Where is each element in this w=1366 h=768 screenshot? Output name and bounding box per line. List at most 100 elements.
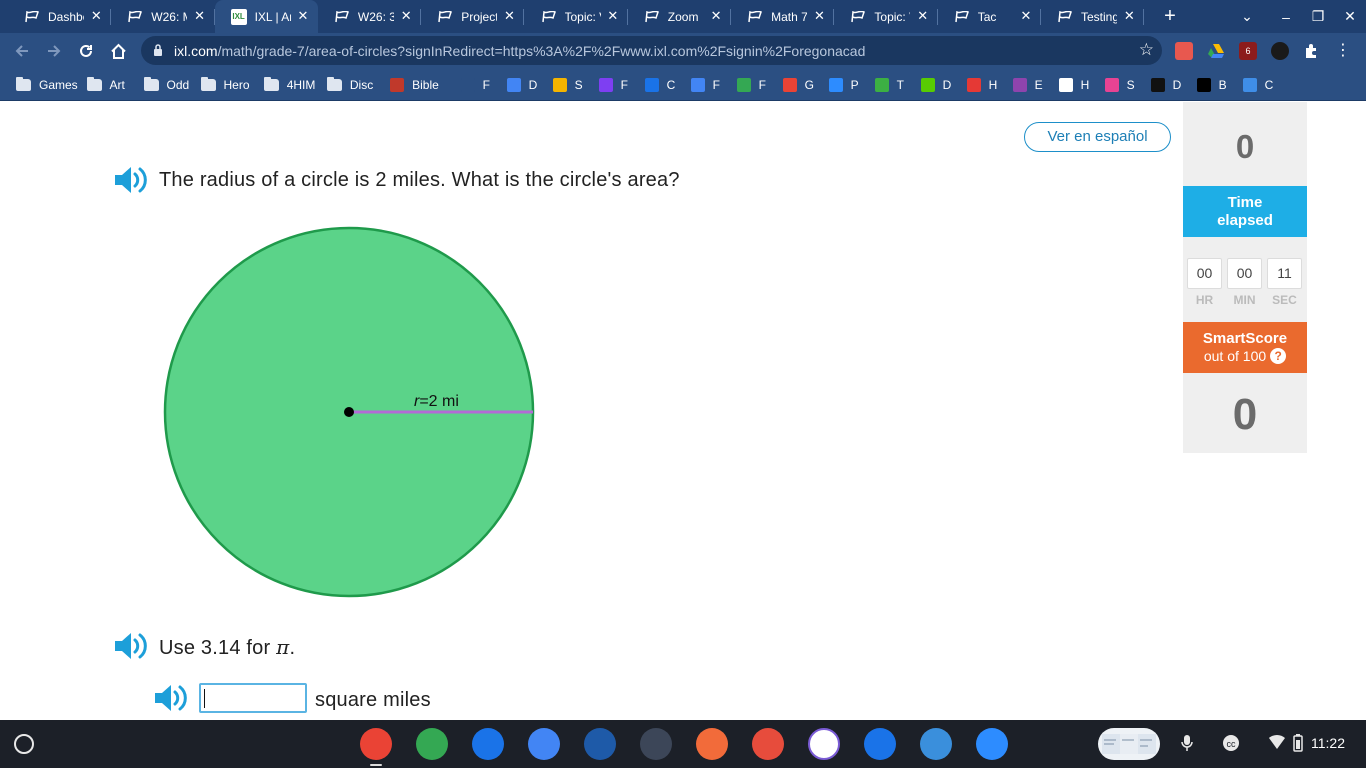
holding-space-thumbnail[interactable] xyxy=(1098,728,1160,760)
canvas-app-icon[interactable] xyxy=(920,728,952,760)
extension-dark-icon[interactable] xyxy=(1271,42,1289,60)
tab-close-icon[interactable]: ✕ xyxy=(1019,9,1033,23)
reload-icon[interactable] xyxy=(73,38,99,64)
speaker-icon[interactable] xyxy=(152,683,188,713)
screen-capture-app-icon[interactable] xyxy=(808,728,840,760)
launcher-icon[interactable] xyxy=(14,734,34,754)
bookmarks-bar: Games Art Odd Hero 4HIM Disc Bible F D S F C F F G P T D H… xyxy=(0,68,1366,101)
bookmark-link[interactable]: F xyxy=(598,76,628,93)
speaker-icon[interactable] xyxy=(112,631,148,661)
bookmark-link[interactable]: C xyxy=(644,76,676,93)
bookmark-link[interactable]: F xyxy=(690,76,720,93)
browser-tab[interactable]: Testing ✕ xyxy=(1041,0,1145,33)
video-editor-app-icon[interactable] xyxy=(640,728,672,760)
spanish-toggle-button[interactable]: Ver en español xyxy=(1024,122,1171,152)
bookmark-link[interactable]: H xyxy=(966,76,997,93)
browser-tab[interactable]: IXL IXL | Ar ✕ xyxy=(214,0,318,33)
tab-close-icon[interactable]: ✕ xyxy=(709,9,723,23)
browser-tab[interactable]: W26: 3. ✕ xyxy=(318,0,422,33)
bookmark-folder[interactable]: 4HIM xyxy=(263,76,315,93)
browser-tab[interactable]: Zoom ✕ xyxy=(628,0,732,33)
files-app-icon[interactable] xyxy=(864,728,896,760)
docs-app-icon[interactable] xyxy=(528,728,560,760)
bookmark-link[interactable]: G xyxy=(782,76,814,93)
timer-hours-label: HR xyxy=(1195,293,1214,307)
zoom-app-icon[interactable] xyxy=(976,728,1008,760)
bookmark-link[interactable]: F xyxy=(460,76,490,93)
back-arrow-icon[interactable] xyxy=(9,38,35,64)
browser-tab[interactable]: Dashbo ✕ xyxy=(8,0,112,33)
bookmark-link[interactable]: D xyxy=(506,76,537,93)
bookmark-link[interactable]: C xyxy=(1242,76,1273,93)
bookmark-link[interactable]: P xyxy=(828,76,859,93)
help-icon[interactable]: ? xyxy=(1270,348,1287,364)
tab-close-icon[interactable]: ✕ xyxy=(502,9,516,23)
home-icon[interactable] xyxy=(105,38,131,64)
tab-title: Topic: V xyxy=(564,9,601,24)
caption-icon[interactable]: cc xyxy=(1221,734,1241,756)
google-drive-icon[interactable] xyxy=(1207,42,1225,60)
browser-tab[interactable]: Tac ✕ xyxy=(938,0,1041,33)
tab-close-icon[interactable]: ✕ xyxy=(296,9,310,23)
forward-arrow-icon[interactable] xyxy=(41,38,67,64)
camera-app-icon[interactable] xyxy=(472,728,504,760)
bookmark-link[interactable]: D xyxy=(920,76,951,93)
answer-input[interactable] xyxy=(199,683,307,713)
tab-close-icon[interactable]: ✕ xyxy=(916,9,930,23)
tab-favicon-icon xyxy=(747,9,763,25)
bookmark-folder[interactable]: Odd xyxy=(143,76,189,93)
new-tab-button[interactable]: + xyxy=(1154,0,1186,33)
lock-icon[interactable] xyxy=(153,43,163,57)
bookmark-folder[interactable]: Disc xyxy=(326,76,373,93)
drive-app-icon[interactable] xyxy=(416,728,448,760)
tab-close-icon[interactable]: ✕ xyxy=(812,9,826,23)
browser-tab[interactable]: W26: M ✕ xyxy=(111,0,215,33)
minimize-button[interactable]: – xyxy=(1270,0,1302,33)
paint-app-icon[interactable] xyxy=(752,728,784,760)
pear-deck-app-icon[interactable] xyxy=(696,728,728,760)
bookmark-label: Bible xyxy=(412,77,439,92)
chrome-app-icon[interactable] xyxy=(360,728,392,760)
browser-tab[interactable]: Topic: V ✕ xyxy=(834,0,938,33)
microphone-icon[interactable] xyxy=(1180,734,1194,756)
folder-icon xyxy=(200,76,216,91)
menu-kebab-icon[interactable]: ⋮ xyxy=(1334,42,1352,60)
tab-close-icon[interactable]: ✕ xyxy=(193,9,207,23)
bookmark-link[interactable]: S xyxy=(1104,76,1135,93)
tab-close-icon[interactable]: ✕ xyxy=(89,9,103,23)
wifi-icon[interactable] xyxy=(1268,734,1286,754)
battery-icon[interactable] xyxy=(1293,734,1303,756)
bookmark-star-icon[interactable]: ☆ xyxy=(1139,40,1154,60)
browser-tab[interactable]: Project ✕ xyxy=(421,0,525,33)
bookmark-label: C xyxy=(666,77,676,92)
bookmark-folder[interactable]: Art xyxy=(86,76,125,93)
extension-cast-icon[interactable] xyxy=(1175,42,1193,60)
restore-button[interactable]: ❐ xyxy=(1302,0,1334,33)
settings-wheel-app-icon[interactable] xyxy=(584,728,616,760)
bookmark-link[interactable]: E xyxy=(1012,76,1043,93)
tab-close-icon[interactable]: ✕ xyxy=(399,9,413,23)
bookmark-link[interactable]: T xyxy=(874,76,904,93)
browser-tab[interactable]: Topic: V ✕ xyxy=(525,0,628,33)
tab-title: Tac xyxy=(977,9,997,24)
bookmark-link[interactable]: D xyxy=(1150,76,1181,93)
bookmark-link[interactable]: H xyxy=(1058,76,1089,93)
speaker-icon[interactable] xyxy=(112,165,148,195)
url-text[interactable]: ixl.com/math/grade-7/area-of-circles?sig… xyxy=(174,43,865,59)
tab-close-icon[interactable]: ✕ xyxy=(606,9,620,23)
extensions-puzzle-icon[interactable] xyxy=(1303,42,1321,60)
extension-badge-icon[interactable]: 6 xyxy=(1239,42,1257,60)
bookmark-link[interactable]: Bible xyxy=(390,76,439,93)
bookmark-label: G xyxy=(804,77,814,92)
address-bar[interactable]: ixl.com/math/grade-7/area-of-circles?sig… xyxy=(141,36,1162,65)
clock[interactable]: 11:22 xyxy=(1311,735,1345,751)
tab-search-button[interactable]: ⌄ xyxy=(1231,0,1263,33)
bookmark-folder[interactable]: Games xyxy=(16,76,78,93)
tab-close-icon[interactable]: ✕ xyxy=(1122,9,1136,23)
bookmark-link[interactable]: S xyxy=(552,76,583,93)
close-window-button[interactable]: ✕ xyxy=(1334,0,1366,33)
bookmark-link[interactable]: B xyxy=(1196,76,1227,93)
bookmark-folder[interactable]: Hero xyxy=(200,76,250,93)
bookmark-link[interactable]: F xyxy=(736,76,766,93)
browser-tab[interactable]: Math 7 ✕ xyxy=(731,0,835,33)
